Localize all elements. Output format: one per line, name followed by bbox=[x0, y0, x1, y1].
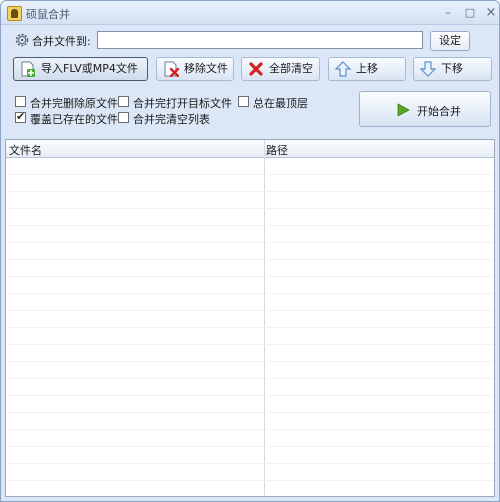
empty-row bbox=[6, 379, 494, 396]
title-bar[interactable]: 硕鼠合并 – □ × bbox=[1, 1, 499, 25]
minimize-button[interactable]: – bbox=[439, 5, 457, 21]
open-target-label: 合并完打开目标文件 bbox=[133, 97, 232, 110]
empty-row bbox=[6, 311, 494, 328]
empty-row bbox=[6, 464, 494, 481]
clear-all-label: 全部清空 bbox=[269, 62, 313, 75]
delete-source-label: 合并完删除原文件 bbox=[30, 97, 118, 110]
merge-target-label: 合并文件到: bbox=[32, 35, 91, 48]
start-merge-button[interactable]: 开始合并 bbox=[359, 91, 491, 127]
clear-list-label: 合并完清空列表 bbox=[133, 113, 210, 126]
checkbox-box bbox=[118, 96, 129, 107]
move-up-label: 上移 bbox=[356, 62, 378, 75]
close-button[interactable]: × bbox=[482, 5, 499, 21]
empty-row bbox=[6, 158, 494, 175]
checkbox-box bbox=[238, 96, 249, 107]
move-down-button[interactable]: 下移 bbox=[413, 57, 492, 81]
empty-row bbox=[6, 413, 494, 430]
set-target-button[interactable]: 设定 bbox=[430, 31, 470, 51]
empty-row bbox=[6, 447, 494, 464]
empty-row bbox=[6, 362, 494, 379]
move-up-button[interactable]: 上移 bbox=[328, 57, 406, 81]
empty-row bbox=[6, 243, 494, 260]
always-on-top-label: 总在最顶层 bbox=[253, 97, 308, 110]
arrow-down-icon bbox=[420, 61, 436, 77]
window-title: 硕鼠合并 bbox=[26, 8, 70, 21]
gear-icon bbox=[15, 33, 29, 47]
file-list-rows bbox=[6, 158, 494, 481]
checkmark-icon: ✔ bbox=[16, 110, 26, 123]
control-panel: 合并文件到: 设定 导入FLV或MP4文件 移除文件 全部清空 上移 下移 合并… bbox=[1, 25, 499, 137]
remove-file-icon bbox=[164, 61, 179, 77]
column-header-filename[interactable]: 文件名 bbox=[9, 142, 42, 158]
overwrite-existing-label: 覆盖已存在的文件 bbox=[30, 113, 118, 126]
maximize-button[interactable]: □ bbox=[461, 5, 479, 21]
empty-row bbox=[6, 345, 494, 362]
file-list-header: 文件名 路径 bbox=[6, 140, 494, 158]
arrow-up-icon bbox=[335, 61, 351, 77]
column-header-path[interactable]: 路径 bbox=[266, 142, 288, 158]
clear-x-icon bbox=[249, 62, 263, 76]
empty-row bbox=[6, 175, 494, 192]
checkbox-box: ✔ bbox=[15, 110, 26, 123]
remove-file-button[interactable]: 移除文件 bbox=[156, 57, 234, 81]
add-file-icon bbox=[21, 61, 35, 77]
empty-row bbox=[6, 396, 494, 413]
file-list[interactable]: 文件名 路径 bbox=[5, 139, 495, 497]
app-logo-icon bbox=[7, 6, 22, 21]
empty-row bbox=[6, 328, 494, 345]
clear-all-button[interactable]: 全部清空 bbox=[241, 57, 320, 81]
empty-row bbox=[6, 192, 494, 209]
empty-row bbox=[6, 260, 494, 277]
app-window: 硕鼠合并 – □ × 合并文件到: 设定 导入FLV或MP4文件 移除文件 全部… bbox=[0, 0, 500, 502]
import-files-button[interactable]: 导入FLV或MP4文件 bbox=[13, 57, 148, 81]
empty-row bbox=[6, 226, 494, 243]
empty-row bbox=[6, 294, 494, 311]
empty-row bbox=[6, 209, 494, 226]
import-files-label: 导入FLV或MP4文件 bbox=[41, 62, 138, 75]
checkbox-box bbox=[15, 96, 26, 107]
remove-file-label: 移除文件 bbox=[184, 62, 228, 75]
merge-target-input[interactable] bbox=[97, 31, 423, 49]
play-icon bbox=[397, 103, 410, 117]
move-down-label: 下移 bbox=[441, 62, 463, 75]
checkbox-box bbox=[118, 112, 129, 123]
empty-row bbox=[6, 277, 494, 294]
empty-row bbox=[6, 430, 494, 447]
start-merge-label: 开始合并 bbox=[417, 105, 461, 118]
